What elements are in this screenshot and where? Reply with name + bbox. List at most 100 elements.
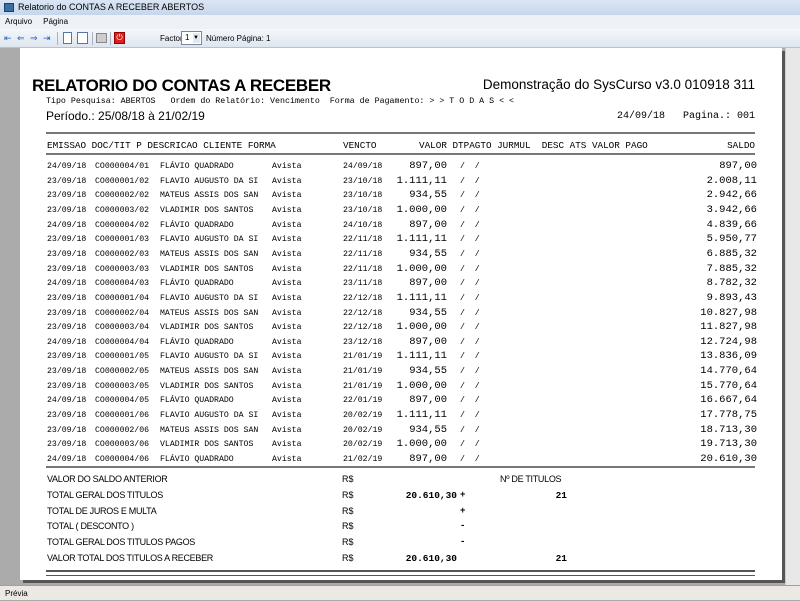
table-row: 24/09/18 CO000004/02 FLÁVIO QUADRADO Avista…: [47, 218, 757, 233]
divider: [46, 575, 755, 576]
total-currency: R$: [342, 553, 354, 563]
cell-saldo: 15.770,64: [700, 379, 757, 392]
total-currency: R$: [342, 537, 354, 548]
cell-emissao: 24/09/18: [47, 279, 87, 289]
cell-emissao: 23/09/18: [47, 323, 87, 333]
cell-forma: Avista: [272, 249, 302, 259]
table-row: 23/09/18 CO000003/02 VLADIMIR DOS SANTOS Av…: [47, 203, 757, 218]
column-header-saldo: SALDO: [727, 140, 755, 151]
total-currency: R$: [342, 505, 354, 516]
table-row: 23/09/18 CO000003/03 VLADIMIR DOS SANTOS Av…: [47, 262, 757, 277]
column-headers-left: EMISSAO DOC/TIT P DESCRICAO CLIENTE FORM…: [47, 140, 276, 151]
cell-saldo: 6.885,32: [706, 247, 757, 260]
cell-emissao: 24/09/18: [47, 455, 87, 464]
next-page-icon[interactable]: ⇒: [30, 33, 38, 44]
prev-page-icon[interactable]: ⇐: [17, 33, 25, 44]
cell-forma: Avista: [272, 411, 302, 421]
table-row: 24/09/18 CO000004/06 FLÁVIO QUADRADO Avista…: [47, 452, 757, 467]
cell-vencto: 24/10/18: [343, 220, 383, 230]
cell-cliente: VLADIMIR DOS SANTOS: [160, 323, 254, 333]
cell-forma: Avista: [272, 367, 302, 377]
cell-valor: 934,55: [409, 189, 447, 202]
cell-cliente: FLÁVIO QUADRADO: [160, 279, 234, 289]
single-page-icon[interactable]: [63, 32, 72, 44]
cell-valor: 934,55: [409, 365, 447, 378]
cell-valor: 1.111,11: [396, 174, 447, 187]
cell-emissao: 23/09/18: [47, 411, 87, 421]
power-icon[interactable]: ⏻: [114, 32, 125, 44]
cell-cliente: VLADIMIR DOS SANTOS: [160, 440, 254, 450]
cell-emissao: 24/09/18: [47, 396, 87, 406]
cell-cliente: FLAVIO AUGUSTO DA SI: [160, 352, 259, 362]
cell-emissao: 23/09/18: [47, 191, 87, 201]
cell-dtpagto: / /: [460, 308, 480, 318]
cell-cliente: MATEUS ASSIS DOS SAN: [160, 191, 259, 201]
cell-doc: CO000002/05: [95, 367, 150, 377]
cell-doc: CO000003/02: [95, 205, 150, 215]
cell-vencto: 22/11/18: [343, 264, 383, 274]
cell-doc: CO000003/04: [95, 323, 150, 333]
cell-valor: 1.000,00: [396, 321, 447, 334]
cell-vencto: 21/01/19: [343, 381, 383, 391]
menu-pagina[interactable]: Página: [43, 17, 68, 26]
cell-saldo: 18.713,30: [700, 423, 757, 436]
table-row: 24/09/18 CO000004/04 FLÁVIO QUADRADO Avista…: [47, 335, 757, 350]
cell-cliente: FLÁVIO QUADRADO: [160, 220, 234, 230]
cell-vencto: 22/12/18: [343, 308, 383, 318]
factor-select[interactable]: 1 ▼: [181, 31, 202, 45]
cell-dtpagto: / /: [460, 440, 480, 450]
table-row: 23/09/18 CO000002/06 MATEUS ASSIS DOS SAN A…: [47, 423, 757, 438]
table-row: 23/09/18 CO000001/05 FLAVIO AUGUSTO DA SI A…: [47, 349, 757, 364]
cell-dtpagto: / /: [460, 191, 480, 201]
total-sign: +: [460, 505, 466, 516]
cell-forma: Avista: [272, 235, 302, 245]
cell-valor: 934,55: [409, 247, 447, 260]
cell-forma: Avista: [272, 425, 302, 435]
cell-valor: 1.111,11: [396, 350, 447, 363]
cell-doc: CO000002/06: [95, 425, 150, 435]
cell-forma: Avista: [272, 337, 302, 347]
totals-row: TOTAL ( DESCONTO ) R$ -: [47, 521, 757, 536]
cell-cliente: VLADIMIR DOS SANTOS: [160, 205, 254, 215]
last-page-icon[interactable]: ⇥: [43, 33, 51, 44]
vertical-scrollbar[interactable]: [785, 48, 800, 585]
cell-cliente: MATEUS ASSIS DOS SAN: [160, 425, 259, 435]
cell-doc: CO000003/06: [95, 440, 150, 450]
cell-doc: CO000002/03: [95, 249, 150, 259]
cell-emissao: 23/09/18: [47, 264, 87, 274]
cell-cliente: VLADIMIR DOS SANTOS: [160, 381, 254, 391]
cell-saldo: 9.893,43: [706, 291, 757, 304]
cell-forma: Avista: [272, 293, 302, 303]
first-page-icon[interactable]: ⇤: [4, 33, 12, 44]
cell-saldo: 16.667,64: [700, 394, 757, 407]
cell-dtpagto: / /: [460, 176, 480, 186]
cell-dtpagto: / /: [460, 162, 480, 171]
cell-saldo: 2.008,11: [706, 174, 757, 187]
total-count: Nº DE TITULOS: [500, 474, 562, 484]
cell-vencto: 22/11/18: [343, 235, 383, 245]
cell-doc: CO000002/04: [95, 308, 150, 318]
cell-doc: CO000004/06: [95, 455, 150, 464]
cell-emissao: 23/09/18: [47, 235, 87, 245]
cell-doc: CO000004/01: [95, 162, 150, 171]
cell-cliente: FLÁVIO QUADRADO: [160, 396, 234, 406]
menu-arquivo[interactable]: Arquivo: [5, 17, 32, 26]
cell-dtpagto: / /: [460, 425, 480, 435]
cell-dtpagto: / /: [460, 381, 480, 391]
cell-emissao: 23/09/18: [47, 176, 87, 186]
table-row: 23/09/18 CO000002/03 MATEUS ASSIS DOS SAN A…: [47, 247, 757, 262]
total-label: TOTAL ( DESCONTO ): [47, 521, 134, 532]
window-title: Relatorio do CONTAS A RECEBER ABERTOS: [18, 2, 205, 12]
cell-vencto: 20/02/19: [343, 411, 383, 421]
menubar: Arquivo Página: [0, 15, 800, 29]
cell-vencto: 24/09/18: [343, 162, 383, 171]
cell-cliente: FLAVIO AUGUSTO DA SI: [160, 176, 259, 186]
cell-cliente: FLAVIO AUGUSTO DA SI: [160, 411, 259, 421]
two-pages-icon[interactable]: [77, 32, 88, 44]
cell-cliente: MATEUS ASSIS DOS SAN: [160, 367, 259, 377]
report-page: RELATORIO DO CONTAS A RECEBER Demonstraç…: [20, 48, 782, 580]
cell-emissao: 23/09/18: [47, 249, 87, 259]
print-icon[interactable]: [96, 33, 107, 43]
cell-dtpagto: / /: [460, 455, 480, 464]
divider: [46, 132, 755, 134]
